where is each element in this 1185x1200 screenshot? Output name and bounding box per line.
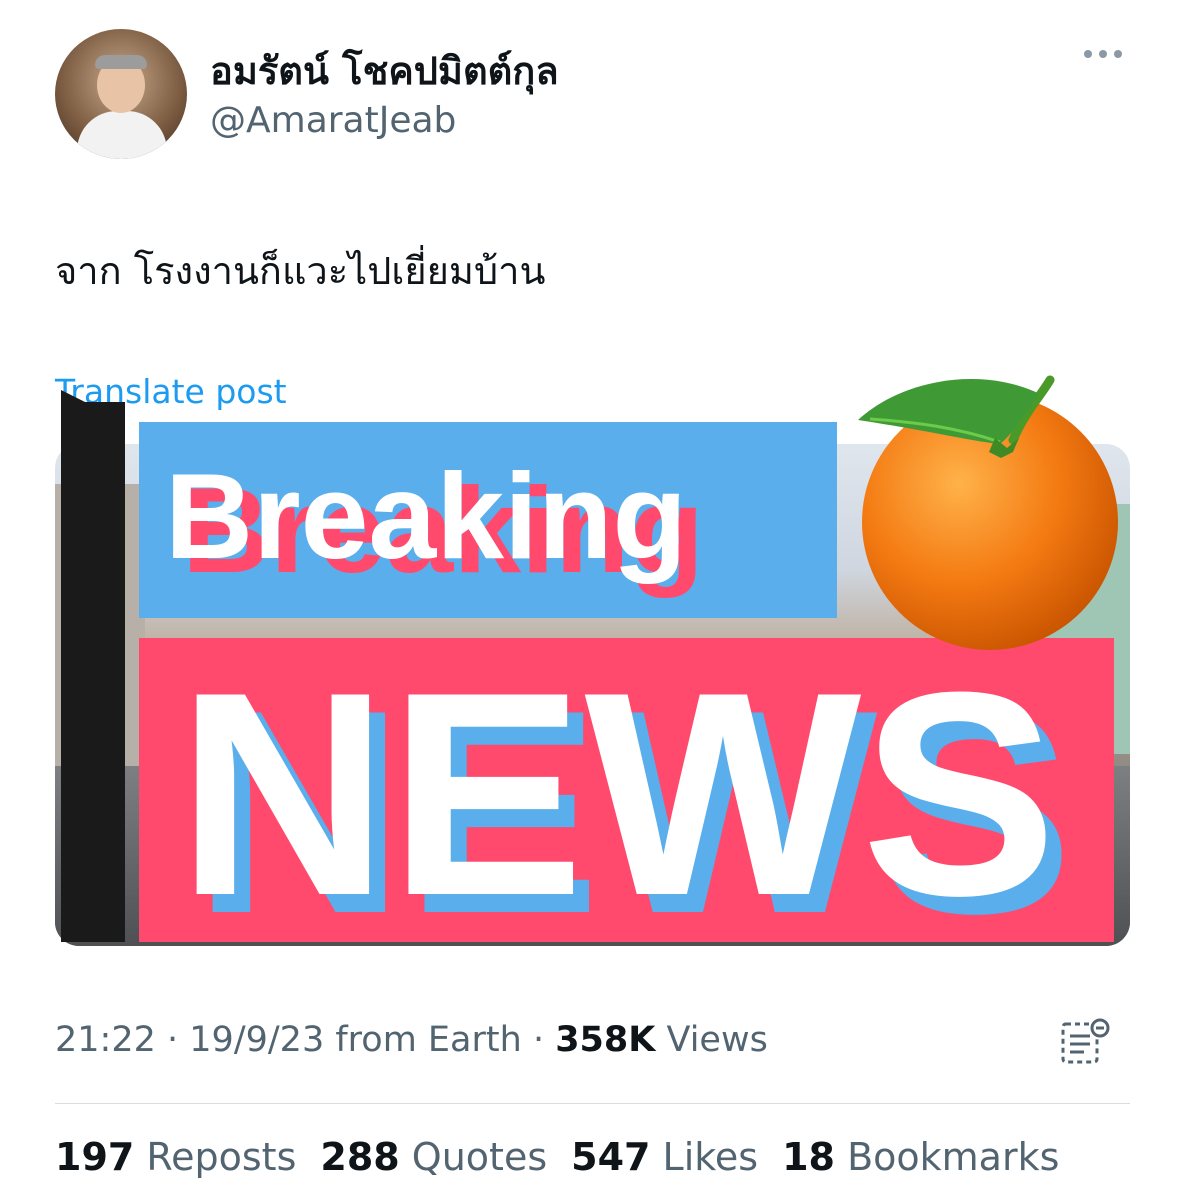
more-horizontal-icon-dot: [1099, 50, 1107, 58]
author-avatar[interactable]: [55, 29, 187, 159]
engagement-stats: 197 Reposts 288 Quotes 547 Likes 18 Book…: [55, 1135, 1059, 1179]
tweet-source: from Earth: [335, 1020, 522, 1060]
meta-separator: ·: [532, 1020, 556, 1060]
stat-label: Bookmarks: [847, 1135, 1060, 1179]
sticker-bottom-text: NEWS: [177, 632, 1057, 950]
tweet-date[interactable]: 19/9/23: [189, 1020, 324, 1060]
stat-count: 197: [55, 1135, 135, 1179]
more-horizontal-icon-dot: [1114, 50, 1122, 58]
sticker-pole: [61, 390, 125, 942]
reposts-stat[interactable]: 197 Reposts: [55, 1135, 296, 1179]
orange-fruit-icon: [858, 375, 1118, 650]
meta-separator: ·: [167, 1020, 190, 1060]
stat-count: 288: [320, 1135, 400, 1179]
author-handle[interactable]: @AmaratJeab: [210, 100, 456, 141]
bookmarks-stat[interactable]: 18 Bookmarks: [782, 1135, 1059, 1179]
stat-count: 547: [571, 1135, 651, 1179]
divider: [55, 1103, 1130, 1104]
analytics-icon[interactable]: [1060, 1018, 1112, 1066]
avatar-headband: [95, 55, 147, 69]
tweet-metadata: 21:22 · 19/9/23 from Earth · 358K Views: [55, 1020, 768, 1060]
likes-stat[interactable]: 547 Likes: [571, 1135, 758, 1179]
tweet-time[interactable]: 21:22: [55, 1020, 156, 1060]
avatar-shirt: [77, 111, 167, 159]
breaking-news-sticker: Breaking Breaking NEWS NEWS: [61, 375, 1118, 950]
views-label: Views: [666, 1020, 768, 1060]
views-count: 358K: [555, 1020, 656, 1060]
stat-label: Reposts: [146, 1135, 297, 1179]
quotes-stat[interactable]: 288 Quotes: [320, 1135, 547, 1179]
stat-count: 18: [782, 1135, 835, 1179]
stat-label: Quotes: [411, 1135, 548, 1179]
stat-label: Likes: [662, 1135, 759, 1179]
author-name[interactable]: อมรัตน์ โชคปมิตต์กุล: [210, 40, 559, 101]
tweet-text: จาก โรงงานก็แวะไปเยี่ยมบ้าน: [55, 249, 546, 293]
sticker-top-text: Breaking: [165, 448, 687, 584]
more-options-button[interactable]: [1084, 50, 1122, 58]
more-horizontal-icon: [1084, 50, 1092, 58]
